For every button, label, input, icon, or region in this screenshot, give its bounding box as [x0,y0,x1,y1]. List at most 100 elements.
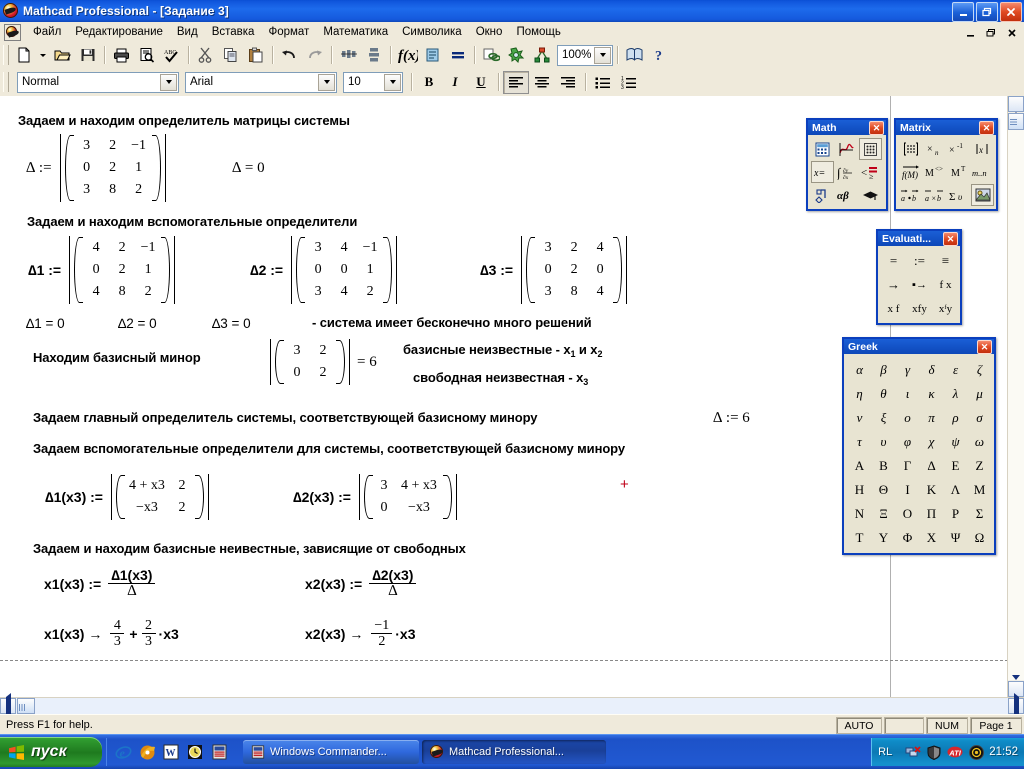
greek-omicron-icon[interactable]: ο [896,406,919,429]
text-region-note-free-unknown[interactable]: свободная неизвестная - x3 [413,370,588,387]
help-book-icon[interactable] [622,43,647,67]
shield-icon[interactable] [926,744,942,760]
font-name-combo[interactable]: Arial [185,71,337,93]
greek-alpha-icon[interactable]: α [848,358,871,381]
mdi-close-button[interactable] [1003,25,1021,41]
close-icon[interactable]: ✕ [869,121,884,135]
insert-hyperlink-icon[interactable] [479,43,504,67]
math-region-delta3-result[interactable]: ∆3 = 0 [212,316,251,331]
align-down-icon[interactable] [361,43,386,67]
greek-capital-gamma-icon[interactable]: Γ [896,454,919,477]
define-icon[interactable]: := [907,249,932,272]
math-region-x1-definition[interactable]: x1(x3) := ∆1(x3) ∆ [44,568,158,599]
close-icon[interactable]: ✕ [977,340,992,354]
taskbar-item-windows-commander[interactable]: Windows Commander... [243,740,419,764]
mdi-minimize-button[interactable] [961,25,979,41]
text-region-heading-6[interactable]: Задаем и находим базисные неивестные, за… [33,541,466,556]
menu-view[interactable]: Вид [170,24,205,40]
keyboard-layout-indicator[interactable]: RL [878,746,892,758]
matrix-palette-titlebar[interactable]: Matrix ✕ [896,120,996,135]
text-region-note-basis-unknowns[interactable]: базисные неизвестные - x1 и x2 [403,342,602,359]
greek-capital-theta-icon[interactable]: Θ [872,478,895,501]
greek-capital-sigma-icon[interactable]: Σ [968,502,991,525]
greek-capital-omega-icon[interactable]: Ω [968,526,991,549]
greek-capital-rho-icon[interactable]: P [944,502,967,525]
media-player-icon[interactable] [138,743,156,761]
math-region-x2-definition[interactable]: x2(x3) := ∆2(x3) ∆ [305,568,419,599]
insert-unit-icon[interactable] [420,43,445,67]
greek-xi-icon[interactable]: ξ [872,406,895,429]
mdi-restore-button[interactable] [982,25,1000,41]
math-region-delta2-x3-definition[interactable]: ∆2(x3) := 34 + x3 0 −x3 [293,474,459,520]
graph-palette-icon[interactable] [835,138,858,160]
vertical-scroll-thumb[interactable] [1008,113,1024,130]
paragraph-style-combo[interactable]: Normal [17,71,179,93]
spellcheck-icon[interactable]: ABC [159,43,184,67]
system-clock[interactable]: 21:52 [989,746,1018,758]
greek-eta-icon[interactable]: η [848,382,871,405]
menu-insert[interactable]: Вставка [205,24,262,40]
greek-capital-chi-icon[interactable]: X [920,526,943,549]
math-palette-titlebar[interactable]: Math ✕ [808,120,886,135]
greek-capital-pi-icon[interactable]: Π [920,502,943,525]
italic-button[interactable]: I [442,71,468,94]
greek-capital-phi-icon[interactable]: Φ [896,526,919,549]
chevron-down-icon[interactable] [318,73,335,91]
undo-icon[interactable] [277,43,302,67]
vertical-scroll-track[interactable] [1008,130,1024,680]
math-region-delta1-result[interactable]: ∆1 = 0 [26,316,65,331]
function-icon[interactable]: f x [933,273,958,296]
greek-capital-nu-icon[interactable]: N [848,502,871,525]
greek-sigma-icon[interactable]: σ [968,406,991,429]
insert-matrix-icon[interactable] [899,138,922,160]
matrix-subscript-icon[interactable]: × n [923,138,946,160]
calculator-palette-icon[interactable] [811,138,834,160]
paste-icon[interactable] [243,43,268,67]
treeform-operator-icon[interactable]: xᶠy [933,297,958,320]
math-region-delta3-definition[interactable]: ∆3 := 324 020 384 [480,236,629,304]
math-palette[interactable]: Math ✕ x= ∫ ∂y ∂x < ≥ αβ [806,118,888,211]
evaluation-palette-icon[interactable]: x= [811,161,834,183]
greek-palette-titlebar[interactable]: Greek ✕ [844,339,994,354]
bold-button[interactable]: B [416,71,442,94]
close-icon[interactable]: ✕ [979,121,994,135]
bullet-list-icon[interactable] [590,71,616,94]
status-auto-mode[interactable]: AUTO [836,717,882,734]
greek-capital-kappa-icon[interactable]: K [920,478,943,501]
greek-capital-omicron-icon[interactable]: O [896,502,919,525]
evaluation-palette[interactable]: Evaluati... ✕ = := ≡ → ▪→ f x x f xfy xᶠ… [876,229,962,325]
numbered-list-icon[interactable]: 123 [616,71,642,94]
boolean-palette-icon[interactable]: < ≥ [859,161,882,183]
print-icon[interactable] [109,43,134,67]
help-question-icon[interactable]: ? [647,43,672,67]
align-left-icon[interactable] [503,70,529,94]
greek-capital-mu-icon[interactable]: M [968,478,991,501]
matrix-inverse-icon[interactable]: × -1 [947,138,970,160]
align-right-icon[interactable] [555,71,581,94]
greek-capital-zeta-icon[interactable]: Z [968,454,991,477]
greek-rho-icon[interactable]: ρ [944,406,967,429]
matrix-palette-icon[interactable] [859,138,882,160]
symbolic-keyword-eval-icon[interactable]: ▪→ [907,273,932,296]
zoom-combo[interactable]: 100% [557,44,613,66]
range-variable-icon[interactable]: m..n [971,161,994,183]
vectorize-icon[interactable]: f(M) [899,161,922,183]
global-define-icon[interactable]: ≡ [933,249,958,272]
greek-zeta-icon[interactable]: ζ [968,358,991,381]
math-region-delta1-x3-definition[interactable]: ∆1(x3) := 4 + x3 2 −x3 2 [45,474,211,520]
programming-palette-icon[interactable] [811,184,834,206]
greek-chi-icon[interactable]: χ [920,430,943,453]
restore-button[interactable] [976,2,998,22]
menu-file[interactable]: Файл [26,24,68,40]
menu-help[interactable]: Помощь [509,24,567,40]
menu-format[interactable]: Формат [261,24,316,40]
text-region-note-infinite-solutions[interactable]: - система имеет бесконечно много решений [312,315,592,330]
greek-capital-tau-icon[interactable]: T [848,526,871,549]
greek-capital-lambda-icon[interactable]: Λ [944,478,967,501]
commander-icon[interactable] [210,743,228,761]
greek-nu-icon[interactable]: ν [848,406,871,429]
open-folder-icon[interactable] [50,43,75,67]
chevron-down-icon[interactable] [160,73,177,91]
math-region-delta2-definition[interactable]: ∆2 := 3 4 −1 001 342 [250,236,399,304]
greek-lambda-icon[interactable]: λ [944,382,967,405]
